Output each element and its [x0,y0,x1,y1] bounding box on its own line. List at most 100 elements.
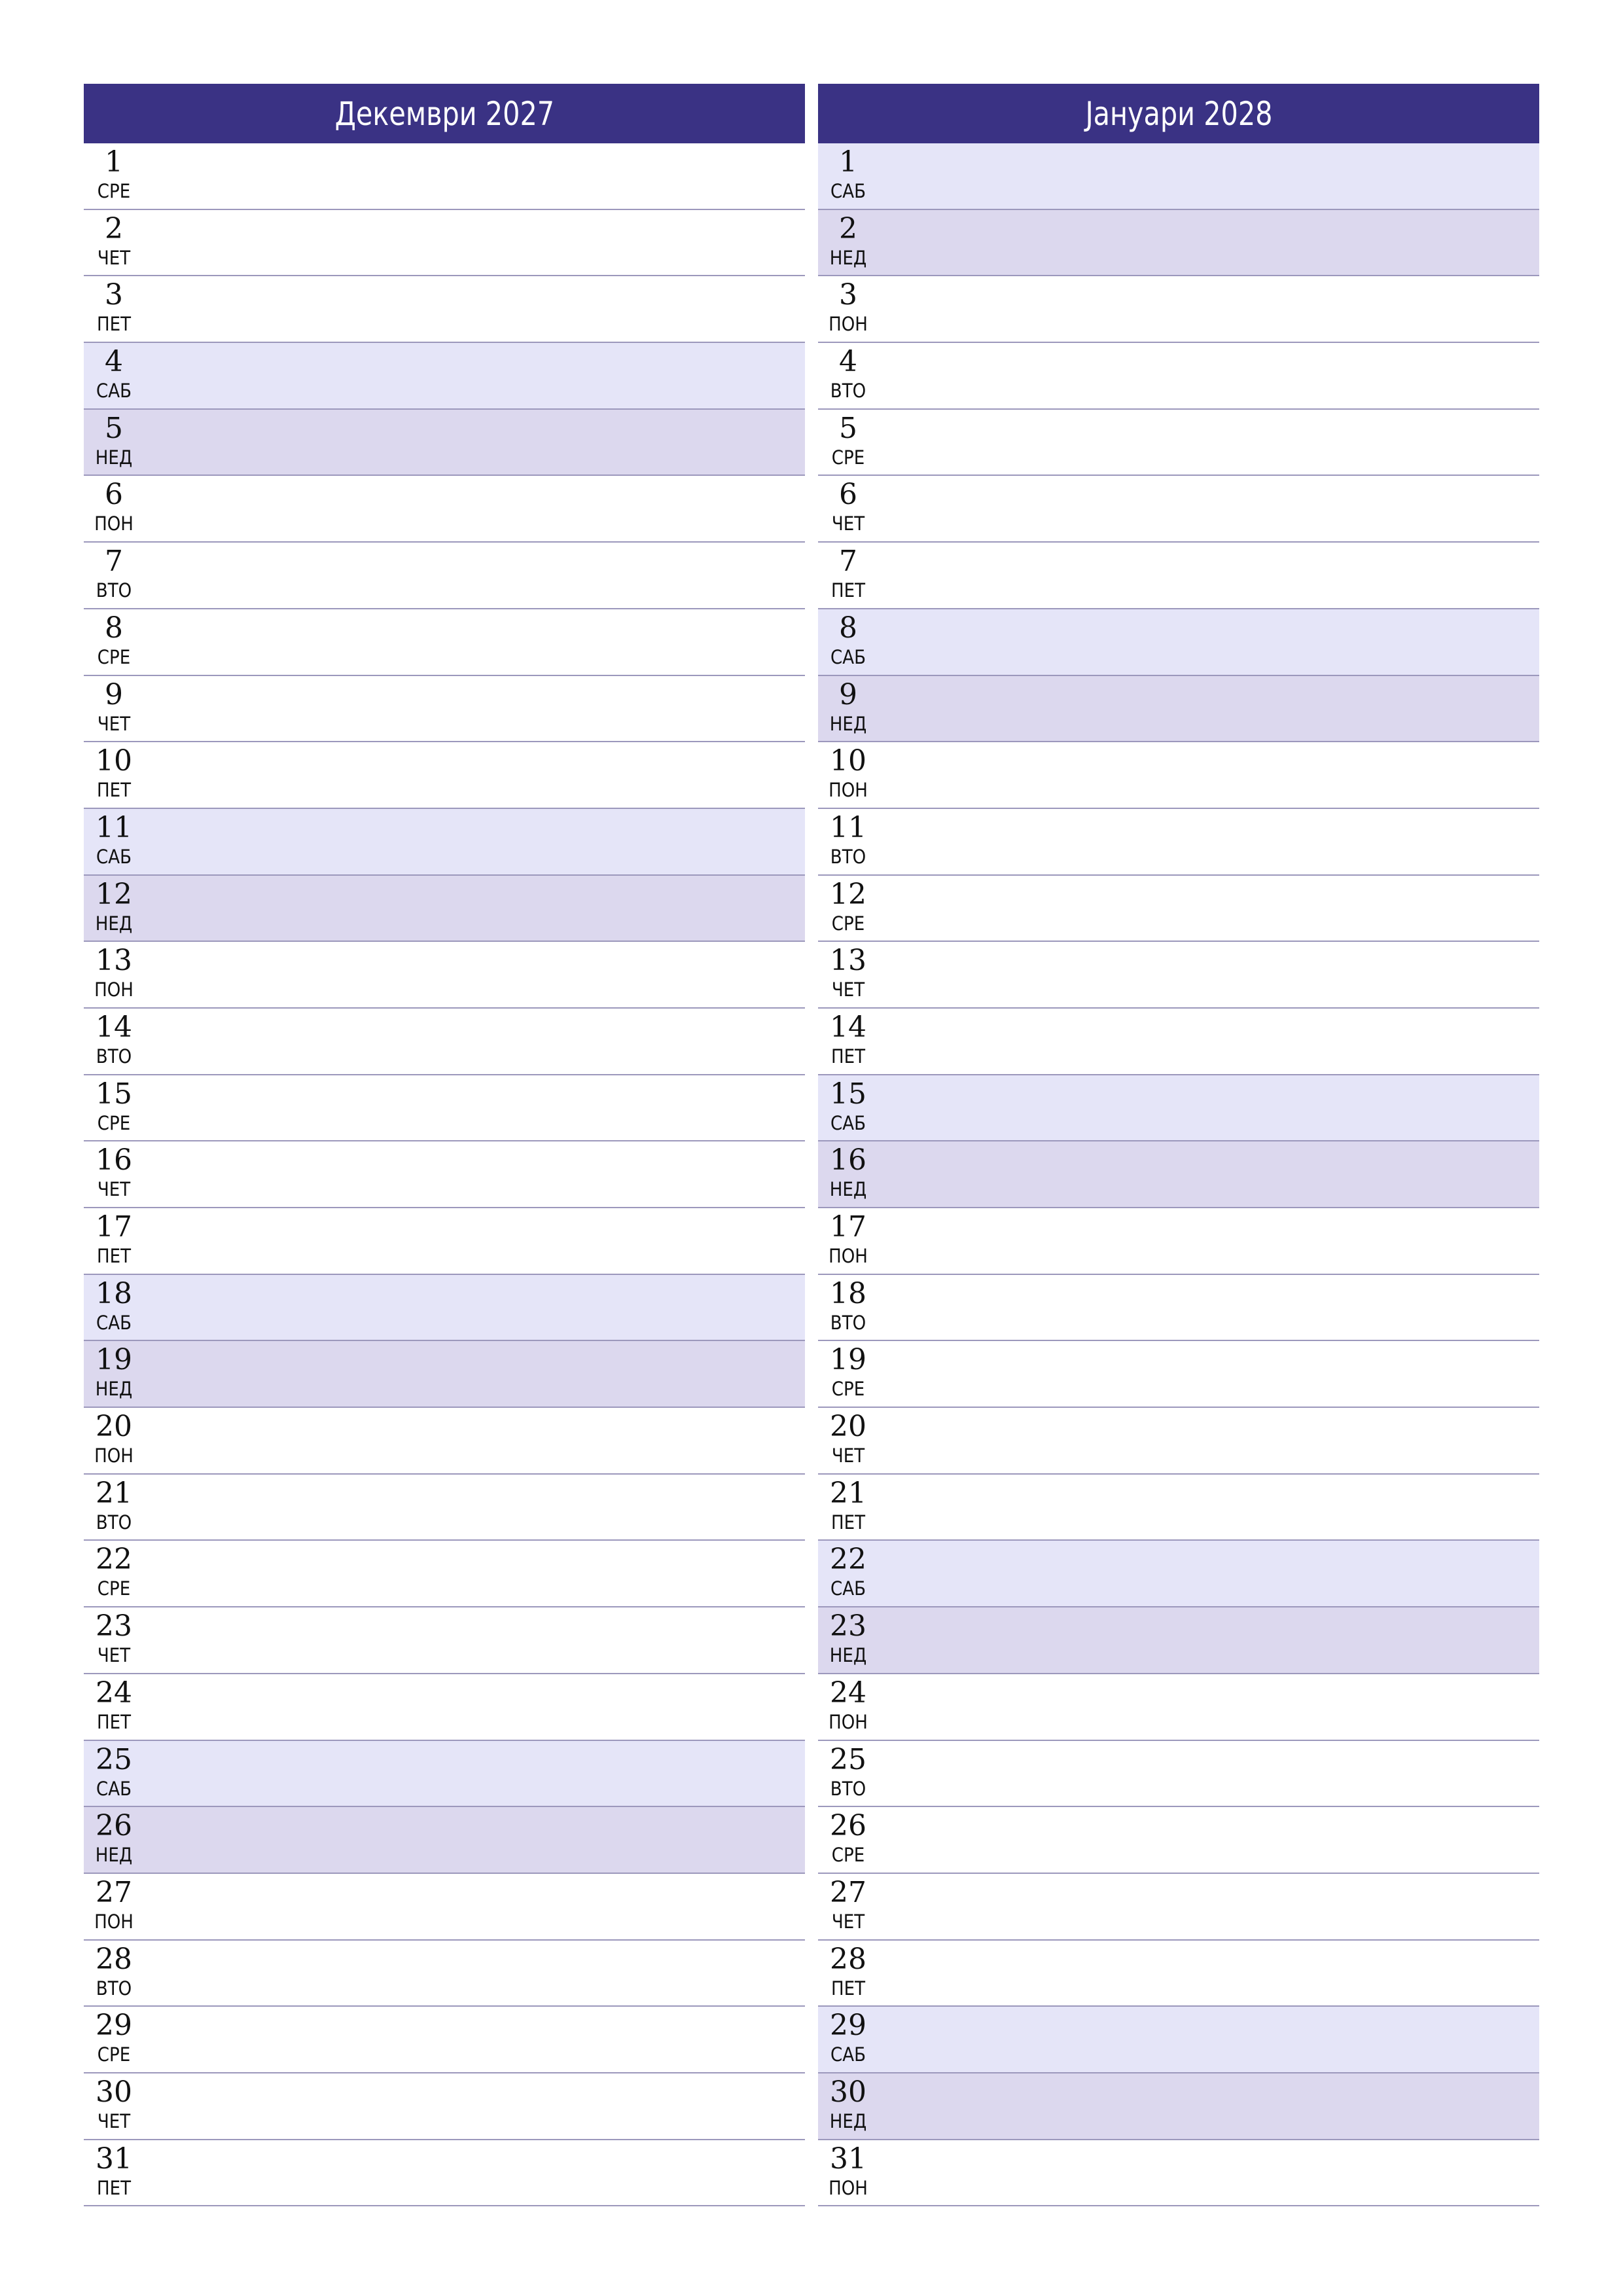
day-row[interactable]: 8 СРЕ [84,609,805,676]
day-row[interactable]: 12 СРЕ [818,875,1539,942]
day-row[interactable]: 21 ПЕТ [818,1474,1539,1541]
day-row[interactable]: 30 НЕД [818,2073,1539,2140]
day-row[interactable]: 22 СРЕ [84,1541,805,1608]
day-row[interactable]: 3 ПЕТ [84,276,805,344]
day-row[interactable]: 9 ЧЕТ [84,675,805,743]
notes-area[interactable] [877,1807,1539,1873]
notes-area[interactable] [877,1541,1539,1606]
notes-area[interactable] [877,742,1539,808]
day-row[interactable]: 10 ПОН [818,742,1539,809]
day-row[interactable]: 16 НЕД [818,1141,1539,1208]
notes-area[interactable] [143,1941,805,2006]
notes-area[interactable] [877,1009,1539,1074]
day-row[interactable]: 7 ВТО [84,543,805,609]
notes-area[interactable] [877,1275,1539,1340]
notes-area[interactable] [143,2073,805,2139]
day-row[interactable]: 10 ПЕТ [84,742,805,809]
notes-area[interactable] [143,210,805,276]
day-row[interactable]: 31 ПОН [818,2140,1539,2207]
notes-area[interactable] [143,1475,805,1540]
day-row[interactable]: 2 НЕД [818,209,1539,277]
day-row[interactable]: 19 НЕД [84,1341,805,1408]
notes-area[interactable] [143,1275,805,1340]
notes-area[interactable] [877,2140,1539,2206]
notes-area[interactable] [143,2007,805,2072]
notes-area[interactable] [143,742,805,808]
notes-area[interactable] [143,942,805,1007]
notes-area[interactable] [877,2073,1539,2139]
notes-area[interactable] [143,2140,805,2206]
day-row[interactable]: 7 ПЕТ [818,543,1539,609]
notes-area[interactable] [143,1075,805,1141]
notes-area[interactable] [143,1741,805,1806]
notes-area[interactable] [877,210,1539,276]
day-row[interactable]: 14 ПЕТ [818,1008,1539,1075]
day-row[interactable]: 5 НЕД [84,409,805,476]
day-row[interactable]: 18 САБ [84,1274,805,1342]
notes-area[interactable] [877,143,1539,209]
notes-area[interactable] [143,1607,805,1673]
notes-area[interactable] [877,942,1539,1007]
notes-area[interactable] [143,676,805,742]
notes-area[interactable] [877,1941,1539,2006]
day-row[interactable]: 23 НЕД [818,1607,1539,1674]
day-row[interactable]: 3 ПОН [818,276,1539,344]
day-row[interactable]: 28 ПЕТ [818,1940,1539,2007]
day-row[interactable]: 31 ПЕТ [84,2140,805,2207]
notes-area[interactable] [877,1408,1539,1473]
notes-area[interactable] [877,543,1539,608]
notes-area[interactable] [877,1741,1539,1806]
notes-area[interactable] [143,1541,805,1606]
day-row[interactable]: 17 ПЕТ [84,1208,805,1275]
day-row[interactable]: 26 НЕД [84,1807,805,1874]
day-row[interactable]: 8 САБ [818,609,1539,676]
day-row[interactable]: 16 ЧЕТ [84,1141,805,1208]
day-row[interactable]: 12 НЕД [84,875,805,942]
day-row[interactable]: 1 САБ [818,143,1539,210]
notes-area[interactable] [143,1807,805,1873]
notes-area[interactable] [143,410,805,475]
notes-area[interactable] [877,609,1539,675]
day-row[interactable]: 9 НЕД [818,675,1539,743]
day-row[interactable]: 13 ЧЕТ [818,942,1539,1009]
notes-area[interactable] [877,1475,1539,1540]
day-row[interactable]: 20 ПОН [84,1408,805,1475]
day-row[interactable]: 15 САБ [818,1075,1539,1142]
notes-area[interactable] [877,2007,1539,2072]
notes-area[interactable] [877,1141,1539,1207]
notes-area[interactable] [143,876,805,941]
day-row[interactable]: 27 ЧЕТ [818,1873,1539,1941]
day-row[interactable]: 5 СРЕ [818,409,1539,476]
day-row[interactable]: 11 ВТО [818,808,1539,876]
notes-area[interactable] [877,1674,1539,1740]
day-row[interactable]: 25 ВТО [818,1740,1539,1808]
day-row[interactable]: 26 СРЕ [818,1807,1539,1874]
day-row[interactable]: 27 ПОН [84,1873,805,1941]
notes-area[interactable] [877,1874,1539,1939]
day-row[interactable]: 22 САБ [818,1541,1539,1608]
notes-area[interactable] [143,143,805,209]
day-row[interactable]: 24 ПЕТ [84,1674,805,1741]
day-row[interactable]: 15 СРЕ [84,1075,805,1142]
notes-area[interactable] [877,1208,1539,1274]
day-row[interactable]: 18 ВТО [818,1274,1539,1342]
notes-area[interactable] [143,343,805,408]
day-row[interactable]: 1 СРЕ [84,143,805,210]
notes-area[interactable] [877,1607,1539,1673]
notes-area[interactable] [877,343,1539,408]
notes-area[interactable] [143,1874,805,1939]
notes-area[interactable] [143,609,805,675]
day-row[interactable]: 19 СРЕ [818,1341,1539,1408]
notes-area[interactable] [877,410,1539,475]
day-row[interactable]: 2 ЧЕТ [84,209,805,277]
day-row[interactable]: 20 ЧЕТ [818,1408,1539,1475]
notes-area[interactable] [143,1341,805,1407]
day-row[interactable]: 24 ПОН [818,1674,1539,1741]
notes-area[interactable] [143,1208,805,1274]
notes-area[interactable] [143,1408,805,1473]
day-row[interactable]: 21 ВТО [84,1474,805,1541]
day-row[interactable]: 13 ПОН [84,942,805,1009]
day-row[interactable]: 23 ЧЕТ [84,1607,805,1674]
notes-area[interactable] [143,1141,805,1207]
notes-area[interactable] [143,476,805,541]
